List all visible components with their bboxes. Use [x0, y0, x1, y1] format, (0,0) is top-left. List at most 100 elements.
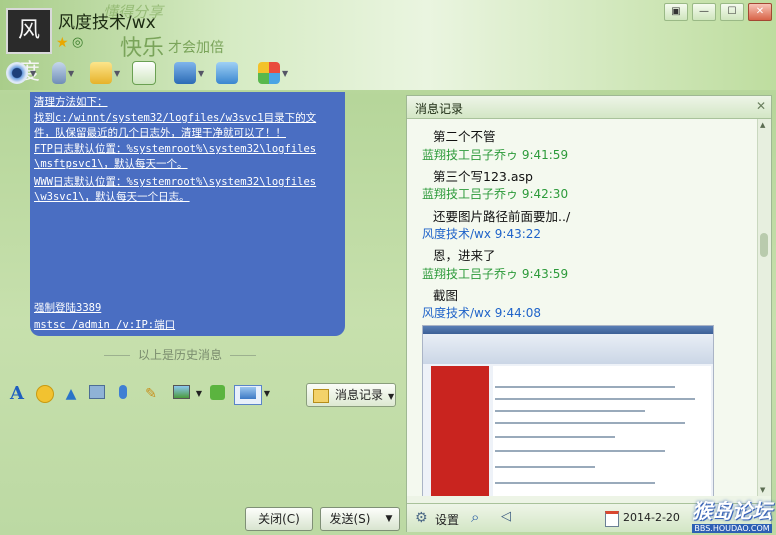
status-icon: ◎: [72, 35, 84, 50]
gallery-icon[interactable]: [88, 385, 106, 403]
avatar[interactable]: 风度: [6, 8, 52, 85]
music-icon[interactable]: [208, 385, 226, 403]
menu-button[interactable]: ▣: [664, 3, 688, 21]
history-icon: [313, 388, 329, 403]
maximize-button[interactable]: ☐: [720, 3, 744, 21]
chat-line: \w3svc1\，默认每天一个日志。: [34, 191, 190, 203]
chat-history[interactable]: 清理方法如下： 找到c:/winnt/system32/logfiles/w3s…: [30, 92, 345, 336]
voice-message-icon[interactable]: [114, 385, 132, 403]
history-toggle-button[interactable]: 消息记录 ▼: [306, 383, 396, 407]
history-sender: 蓝翔技工吕子乔ゥ 9:41:59: [422, 148, 569, 162]
send-file-button[interactable]: ▼: [90, 58, 132, 88]
chevron-down-icon: ▼: [198, 68, 205, 78]
history-message: 恩，进来了: [433, 248, 496, 263]
speaker-icon[interactable]: ◁: [501, 509, 511, 524]
star-icon: ★: [56, 35, 69, 51]
main-toolbar: ▼ ▼ ▼ ▼ ▼: [6, 58, 300, 88]
watermark-main: 猴岛论坛: [692, 499, 772, 523]
screenshot-text-line: [495, 398, 695, 400]
window-title: 风度技术/wx: [58, 13, 156, 33]
screenshot-text-line: [495, 436, 615, 438]
window-header: 风度 懂得分享 快乐 才会加倍 风度技术/wx ★ ◎ ▣ — ☐ ✕ ▼ ▼ …: [0, 0, 776, 90]
shake-icon[interactable]: ▲: [62, 385, 80, 403]
share-screen-button[interactable]: [216, 58, 258, 88]
video-call-button[interactable]: ▼: [6, 58, 48, 88]
screenshot-text-line: [495, 450, 665, 452]
history-message: 还要图片路径前面要加../: [433, 209, 571, 224]
history-panel: 消息记录 ✕ 第二个不管 蓝翔技工吕子乔ゥ 9:41:59 第三个写123.as…: [406, 95, 772, 532]
history-sender: 蓝翔技工吕子乔ゥ 9:42:30: [422, 187, 569, 201]
monitor-icon: [174, 62, 196, 84]
history-list[interactable]: 第二个不管 蓝翔技工吕子乔ゥ 9:41:59 第三个写123.asp 蓝翔技工吕…: [407, 119, 757, 496]
minimize-button[interactable]: —: [692, 3, 716, 21]
history-divider: 以上是历史消息: [80, 346, 280, 363]
watermark-sub: BBS.HOUDAO.COM: [692, 524, 772, 533]
chevron-down-icon: ▼: [282, 68, 289, 78]
history-sender: 风度技术/wx 9:43:22: [422, 227, 542, 241]
send-options-button[interactable]: ▼: [379, 507, 400, 531]
apps-button[interactable]: ▼: [258, 58, 300, 88]
history-panel-title: 消息记录: [415, 102, 464, 116]
apps-grid-icon: [258, 62, 280, 84]
doodle-icon[interactable]: ✎: [142, 385, 160, 403]
folder-icon: [90, 62, 112, 84]
calendar-icon[interactable]: [605, 511, 619, 527]
slogan-sub: 才会加倍: [168, 40, 224, 56]
font-icon[interactable]: A: [8, 385, 26, 403]
history-button-label: 消息记录: [335, 388, 384, 402]
screenshot-text-line: [495, 466, 595, 468]
close-icon[interactable]: ✕: [756, 99, 766, 113]
screenshot-text-line: [495, 422, 685, 424]
history-message: 截图: [433, 288, 459, 303]
chevron-down-icon: ▼: [114, 68, 121, 78]
emoji-icon[interactable]: [36, 385, 54, 403]
send-button[interactable]: 发送(S): [320, 507, 380, 531]
chevron-down-icon[interactable]: ▼: [258, 385, 276, 403]
date-label[interactable]: 2014-2-20: [623, 511, 680, 524]
image-icon[interactable]: [172, 385, 190, 403]
close-button[interactable]: 关闭(C): [245, 507, 313, 531]
screenshot-titlebar: [423, 326, 713, 334]
history-message: 第二个不管: [433, 129, 496, 144]
webcam-icon: [6, 62, 28, 84]
screenshot-text-line: [495, 386, 675, 388]
chat-line: WWW日志默认位置：%systemroot%\system32\logfiles: [34, 176, 317, 188]
remote-assist-button[interactable]: ▼: [174, 58, 216, 88]
screenshot-image[interactable]: [422, 325, 714, 496]
screenshot-text-line: [495, 482, 655, 484]
chat-line: mstsc /admin /v:IP:端口: [34, 319, 176, 331]
screenshot-toolbar: [423, 334, 713, 364]
gear-icon[interactable]: ⚙: [415, 510, 428, 526]
chevron-down-icon: ▼: [30, 68, 37, 78]
chat-line: 清理方法如下：: [34, 96, 108, 108]
search-icon[interactable]: ⌕: [471, 508, 479, 526]
message-input[interactable]: [30, 408, 396, 502]
watermark: 猴岛论坛 BBS.HOUDAO.COM: [692, 495, 772, 533]
scrollbar-thumb[interactable]: [760, 233, 768, 257]
screenshot-sidebar: [431, 366, 489, 496]
chevron-down-icon: ▼: [388, 392, 395, 401]
history-scrollbar[interactable]: ▲ ▼: [757, 119, 771, 496]
history-sender: 蓝翔技工吕子乔ゥ 9:43:59: [422, 267, 569, 281]
create-discussion-button[interactable]: [132, 58, 174, 88]
history-message: 第三个写123.asp: [433, 169, 533, 184]
chat-line: 件，队保留最近的几个日志外，清理干净就可以了！！: [34, 127, 286, 139]
chat-line: FTP日志默认位置：%systemroot%\system32\logfiles: [34, 143, 317, 155]
chat-link[interactable]: 强制登陆3389: [34, 300, 101, 315]
microphone-icon: [52, 62, 66, 84]
chevron-down-icon[interactable]: ▼: [190, 385, 208, 403]
scroll-down-icon[interactable]: ▼: [760, 486, 765, 494]
chat-line: \msftpsvc1\，默认每天一个。: [34, 158, 188, 170]
settings-link[interactable]: 设置: [435, 511, 459, 528]
history-panel-header: 消息记录 ✕: [407, 96, 771, 119]
chat-line: 找到c:/winnt/system32/logfiles/w3svc1目录下的文: [34, 112, 317, 124]
scroll-up-icon[interactable]: ▲: [760, 121, 765, 129]
chevron-down-icon: ▼: [385, 514, 393, 524]
screenshot-text-line: [495, 410, 645, 412]
chevron-down-icon: ▼: [68, 68, 75, 78]
close-window-button[interactable]: ✕: [748, 3, 772, 21]
screen-share-icon: [216, 62, 238, 84]
window-controls: ▣ — ☐ ✕: [664, 3, 772, 21]
history-sender: 风度技术/wx 9:44:08: [422, 306, 542, 320]
voice-call-button[interactable]: ▼: [48, 58, 90, 88]
